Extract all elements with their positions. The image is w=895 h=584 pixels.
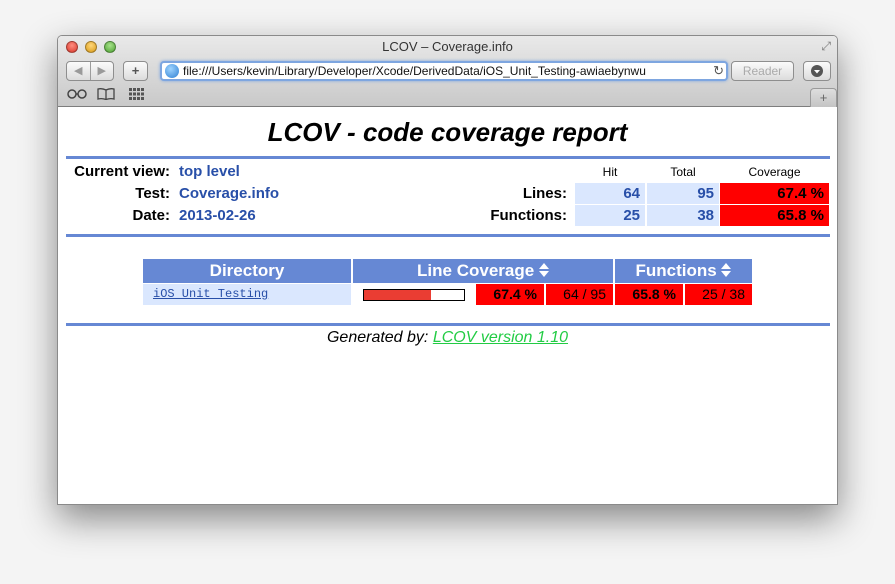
function-coverage-ratio: 25 / 38: [685, 284, 752, 305]
coverage-bar-cell: [353, 284, 474, 305]
download-icon: [811, 65, 823, 77]
report-title: LCOV - code coverage report: [267, 117, 628, 147]
fullscreen-icon[interactable]: ⤢: [821, 39, 831, 54]
url-text[interactable]: file:///Users/kevin/Library/Developer/Xc…: [183, 64, 713, 78]
current-view-label: Current view:: [74, 163, 170, 180]
bookmarks-icon[interactable]: [97, 88, 115, 103]
line-coverage-header-label: Line Coverage: [417, 261, 535, 280]
line-coverage-percent: 67.4 %: [476, 284, 544, 305]
divider-middle: [66, 234, 830, 237]
lines-hit: 64: [575, 183, 645, 204]
new-tab-button[interactable]: +: [810, 88, 837, 107]
reader-button[interactable]: Reader: [731, 61, 794, 81]
add-bookmark-button[interactable]: +: [123, 61, 148, 81]
forward-button[interactable]: ▶: [89, 62, 114, 80]
test-value: Coverage.info: [179, 185, 280, 202]
top-sites-icon[interactable]: [129, 88, 144, 103]
globe-icon: [165, 64, 179, 78]
coverage-bar: [363, 289, 465, 301]
browser-window: LCOV – Coverage.info ⤢ ◀ ▶ + file:///Use…: [57, 35, 838, 505]
functions-column-header[interactable]: Functions: [615, 259, 752, 283]
divider-top: [66, 156, 830, 159]
footer: Generated by: LCOV version 1.10: [58, 329, 837, 347]
date-label: Date:: [132, 207, 170, 224]
functions-hit: 25: [575, 205, 645, 226]
lines-label: Lines:: [522, 185, 567, 202]
glasses-icon: [67, 89, 87, 99]
date-value: 2013-02-26: [179, 207, 256, 224]
line-coverage-column-header[interactable]: Line Coverage: [353, 259, 613, 283]
functions-coverage: 65.8 %: [720, 205, 829, 226]
address-bar[interactable]: file:///Users/kevin/Library/Developer/Xc…: [160, 61, 728, 81]
functions-label: Functions:: [490, 207, 567, 224]
coverage-bar-fill: [364, 290, 432, 300]
page-content: LCOV - code coverage report Current view…: [58, 107, 837, 504]
download-button[interactable]: [803, 61, 831, 81]
back-forward-group: ◀ ▶: [66, 61, 114, 81]
back-button[interactable]: ◀: [67, 62, 90, 80]
footer-prefix: Generated by:: [326, 329, 429, 346]
directory-column-header[interactable]: Directory: [143, 259, 351, 283]
window-title: LCOV – Coverage.info: [382, 39, 513, 54]
line-coverage-ratio: 64 / 95: [546, 284, 613, 305]
hit-header: Hit: [602, 165, 618, 179]
test-label: Test:: [135, 185, 170, 202]
book-icon: [97, 88, 115, 101]
functions-header-label: Functions: [635, 261, 717, 280]
divider-bottom: [66, 323, 830, 326]
reading-list-icon[interactable]: [67, 88, 87, 103]
directory-link[interactable]: iOS Unit Testing: [143, 284, 351, 305]
sort-arrows-icon[interactable]: [538, 263, 549, 277]
lcov-version-link[interactable]: LCOV version 1.10: [433, 329, 568, 346]
grid-icon: [129, 88, 144, 100]
current-view-link[interactable]: top level: [179, 163, 240, 180]
directory-header-label: Directory: [209, 261, 285, 280]
sort-arrows-icon[interactable]: [721, 263, 732, 277]
lines-total: 95: [647, 183, 719, 204]
functions-total: 38: [647, 205, 719, 226]
function-coverage-percent: 65.8 %: [615, 284, 683, 305]
browser-toolbar: LCOV – Coverage.info ⤢ ◀ ▶ + file:///Use…: [58, 36, 837, 107]
coverage-header: Coverage: [748, 165, 801, 179]
reload-icon[interactable]: ↻: [711, 63, 724, 79]
total-header: Total: [670, 165, 696, 179]
lines-coverage: 67.4 %: [720, 183, 829, 204]
